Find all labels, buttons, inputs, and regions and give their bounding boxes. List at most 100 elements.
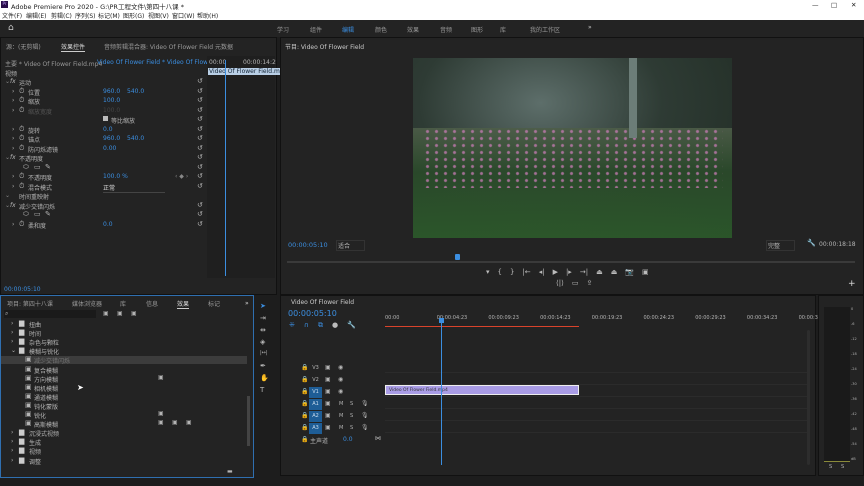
expand-chevron-icon[interactable]: › (11, 438, 13, 445)
effects-tree-item[interactable]: › ▆ 视频 (1, 446, 247, 456)
stopwatch-icon[interactable]: ⏱ (19, 87, 24, 96)
nest-icon[interactable]: ⁜ (289, 321, 295, 330)
expand-chevron-icon[interactable]: › (11, 320, 13, 327)
effects-tree-item[interactable]: ▣ 方向模糊 ▣ (1, 374, 247, 384)
lock-icon[interactable]: 🔒 (301, 376, 308, 383)
expand-chevron-icon[interactable]: › (12, 107, 14, 114)
new-folder-icon[interactable]: ▬ (227, 468, 233, 475)
ec-value-1[interactable]: 0.00 (103, 145, 116, 152)
timeline-settings-icon[interactable]: 🔧 (347, 321, 356, 330)
effects-tree-item[interactable]: › ▆ 生成 (1, 437, 247, 447)
track-V1-target[interactable]: V1 (309, 387, 322, 398)
ripple-edit-tool-icon[interactable]: ⇹ (260, 326, 266, 334)
ec-tab-1[interactable]: 效果控件 (61, 42, 86, 52)
stopwatch-icon[interactable]: ⏱ (19, 220, 24, 229)
expand-chevron-icon[interactable]: › (11, 457, 13, 464)
effects-tree-item[interactable]: ▣ 复合模糊 (1, 365, 247, 375)
export-frame-icon[interactable]: 📷 (625, 268, 634, 278)
timeline-vertical-scrollbar[interactable] (807, 330, 810, 465)
mini-clip-bar[interactable]: Video Of Flower Field.mp4 (208, 68, 289, 75)
sequence-clip-label[interactable]: Video Of Flower Field * Video Of Flower … (97, 59, 224, 66)
reset-icon[interactable]: ↺ (197, 144, 203, 152)
project-tab-2[interactable]: 库 (120, 299, 126, 308)
workspace-tab-8[interactable]: 我的工作区 (530, 25, 560, 34)
insert-icon[interactable]: ⟨|⟩ (556, 279, 564, 287)
menu-3[interactable]: 序列(S) (75, 11, 96, 20)
sync-lock-icon[interactable]: ▣ (325, 412, 331, 419)
ec-value-1[interactable]: 100.0 (103, 97, 120, 104)
menu-8[interactable]: 帮助(H) (197, 11, 218, 20)
ec-tab-3[interactable]: 元数据 (215, 42, 233, 51)
stopwatch-icon[interactable]: ⏱ (19, 106, 24, 115)
rectangle-mask-icon[interactable]: ▭ (34, 210, 41, 218)
safe-margins-icon[interactable]: ▭ (572, 279, 579, 287)
menu-0[interactable]: 文件(F) (2, 11, 22, 20)
extract-icon[interactable]: ⏏ (611, 268, 618, 278)
menu-5[interactable]: 图形(G) (123, 11, 144, 20)
sync-lock-icon[interactable]: ▣ (325, 364, 331, 371)
solo-left-button[interactable]: S (829, 464, 832, 470)
master-clip-label[interactable]: 主要 * Video Of Flower Field.mp4 (5, 59, 102, 68)
expand-chevron-icon[interactable]: › (11, 338, 13, 345)
lift-icon[interactable]: ⏏ (596, 268, 603, 278)
ec-value-1[interactable]: 960.0 (103, 88, 120, 95)
quality-dropdown[interactable]: 完整 (766, 240, 796, 251)
ec-value-2[interactable]: 540.0 (127, 135, 144, 142)
reset-icon[interactable]: ↺ (197, 106, 203, 114)
razor-tool-icon[interactable]: ◈ (260, 338, 265, 346)
stopwatch-icon[interactable]: ⏱ (19, 144, 24, 153)
compare-icon[interactable]: ▣ (642, 268, 649, 278)
rectangle-mask-icon[interactable]: ▭ (34, 163, 41, 171)
workspace-tab-5[interactable]: 音频 (440, 25, 452, 34)
lock-icon[interactable]: 🔒 (301, 364, 308, 371)
blend-mode-select[interactable]: 正常 (103, 183, 165, 193)
master-track-end-icon[interactable]: ⋈ (375, 435, 381, 442)
expand-chevron-icon[interactable]: › (11, 429, 13, 436)
reset-icon[interactable]: ↺ (197, 220, 203, 228)
pen-mask-icon[interactable]: ✎ (45, 210, 51, 218)
expand-chevron-icon[interactable]: ⌄ (11, 347, 16, 354)
workspace-tab-7[interactable]: 库 (500, 25, 506, 34)
uniform-scale-checkbox[interactable] (103, 116, 108, 121)
reset-icon[interactable]: ↺ (197, 210, 203, 218)
reset-icon[interactable]: ↺ (197, 153, 203, 161)
workspace-tab-3[interactable]: 颜色 (375, 25, 387, 34)
effects-tree-item[interactable]: › ▆ 沉浸式视频 (1, 428, 247, 438)
workspace-tab-0[interactable]: 学习 (277, 25, 289, 34)
minimize-button[interactable]: — (812, 1, 819, 9)
program-scrubber[interactable] (287, 261, 855, 263)
reset-icon[interactable]: ↺ (197, 77, 203, 85)
project-tab-3[interactable]: 信息 (146, 299, 158, 308)
effects-tree-item[interactable]: ▣ 相机模糊 (1, 383, 247, 393)
expand-chevron-icon[interactable]: › (11, 447, 13, 454)
export-frame-share-icon[interactable]: ⇪ (586, 279, 592, 287)
expand-chevron-icon[interactable]: › (12, 97, 14, 104)
project-tab-5[interactable]: 标记 (208, 299, 220, 308)
reset-icon[interactable]: ↺ (197, 125, 203, 133)
lock-icon[interactable]: 🔒 (301, 424, 308, 431)
workspace-more-button[interactable]: » (588, 24, 592, 31)
ec-tab-0[interactable]: 源：(无剪辑) (6, 42, 41, 51)
ec-tab-2[interactable]: 音频剪辑混合器: Video Of Flower Field (104, 42, 213, 51)
microphone-icon[interactable]: 🎙 (361, 412, 369, 419)
filter-preset-yuv-icon[interactable]: ▣ (117, 310, 123, 317)
effects-tree-item[interactable]: ▣ 通道模糊 (1, 392, 247, 402)
mute-button[interactable]: M (339, 401, 343, 407)
play-icon[interactable]: ▶ (553, 268, 558, 278)
eye-icon[interactable]: ◉ (338, 364, 343, 371)
timeline-timecode[interactable]: 00:00:05:10 (288, 309, 337, 318)
menu-6[interactable]: 视图(V) (148, 11, 169, 20)
ec-value-1[interactable]: 0.0 (103, 221, 113, 228)
work-area-bar[interactable] (385, 326, 579, 327)
type-tool-icon[interactable]: T (260, 386, 264, 394)
solo-button[interactable]: S (350, 401, 353, 407)
ellipse-mask-icon[interactable]: ⬭ (23, 163, 29, 172)
eye-icon[interactable]: ◉ (338, 376, 343, 383)
video-clip[interactable]: Video Of Flower Field.mp4 (385, 385, 579, 395)
filter-preset-accel-icon[interactable]: ▣ (131, 310, 137, 317)
effects-tree-item[interactable]: ▣ 钝化蒙版 (1, 401, 247, 411)
menu-2[interactable]: 剪辑(C) (51, 11, 72, 20)
sync-lock-icon[interactable]: ▣ (325, 388, 331, 395)
go-to-out-icon[interactable]: →| (580, 268, 588, 278)
sync-lock-icon[interactable]: ▣ (325, 424, 331, 431)
